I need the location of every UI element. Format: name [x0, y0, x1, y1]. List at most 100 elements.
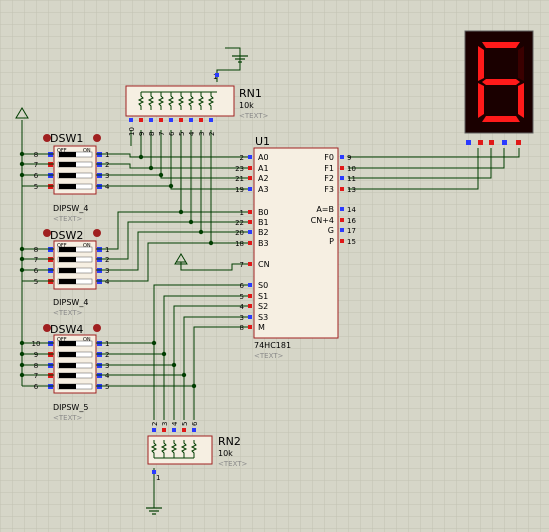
dsw2-right-pin-number: 1: [105, 246, 109, 254]
pin-marker: [340, 187, 344, 191]
dsw1-right-pin-number: 4: [105, 183, 110, 191]
switch-knob-icon[interactable]: [59, 352, 76, 357]
u1-placeholder: <TEXT>: [254, 352, 284, 360]
pin-marker: [149, 118, 153, 122]
pin-marker: [129, 118, 133, 122]
switch-knob-icon[interactable]: [59, 373, 76, 378]
rn2-pin-number: 3: [161, 422, 169, 426]
u1-right-pin-name: F2: [324, 174, 334, 183]
dsw4-right-pin-number: 5: [105, 383, 109, 391]
dsw1-right-pin-number: 3: [105, 172, 109, 180]
rn2-ref-label: RN2: [218, 435, 241, 448]
pin-marker: [169, 118, 173, 122]
pin-marker: [159, 118, 163, 122]
pin-marker: [192, 428, 196, 432]
switch-knob-icon[interactable]: [59, 173, 76, 178]
dsw2-actuator-icon[interactable]: [43, 229, 51, 237]
u1-right-pin-name: F0: [324, 153, 334, 162]
rn1-pin-number: 10: [128, 127, 136, 136]
rn1-pin-number: 9: [138, 132, 146, 136]
u1-left-pin-number: 3: [240, 314, 244, 322]
pin-marker: [209, 118, 213, 122]
pin-marker: [152, 428, 156, 432]
dsw4-actuator-icon[interactable]: [43, 324, 51, 332]
u1-right-pin-name: A=B: [316, 205, 334, 214]
switch-knob-icon[interactable]: [59, 247, 76, 252]
u1-left-pin-name: S3: [258, 313, 268, 322]
dsw2-right-pin-number: 2: [105, 256, 109, 264]
switch-knob-icon[interactable]: [59, 268, 76, 273]
dsw1-left-pin-number: 5: [34, 183, 38, 191]
dsw2-part-label: DIPSW_4: [53, 298, 88, 307]
segment-c: [518, 83, 524, 118]
u1-left-pin-name: CN: [258, 260, 270, 269]
schematic-canvas[interactable]: RN1 10k <TEXT> 1 1098765432 DSW1 DIPSW_4…: [0, 0, 549, 532]
rn1-ref-label: RN1: [239, 87, 262, 100]
dsw4-placeholder: <TEXT>: [53, 414, 83, 422]
u1-right-pin-name: CN+4: [311, 216, 334, 225]
u1-right-pin-name: P: [329, 237, 334, 246]
u1-right-pin-number: 13: [347, 186, 356, 194]
u1-left-pin-number: 1: [240, 209, 244, 217]
u1-right-pin-number: 10: [347, 165, 356, 173]
dsw1-actuator-icon[interactable]: [43, 134, 51, 142]
rn1-pin-number: 8: [148, 132, 156, 136]
dsw2-ref-label: DSW2: [50, 229, 83, 242]
switch-knob-icon[interactable]: [59, 257, 76, 262]
switch-knob-icon[interactable]: [59, 152, 76, 157]
rn1-pin-number: 5: [178, 132, 186, 136]
dsw4-left-pin-number: 9: [34, 351, 38, 359]
rn1-pin-number: 3: [198, 132, 206, 136]
u1-left-pin-name: S1: [258, 292, 268, 301]
rn2-pin-number: 6: [191, 421, 199, 426]
u1-left-pin-name: B2: [258, 228, 269, 237]
dsw4-right-pin-number: 2: [105, 351, 109, 359]
dsw1-left-pin-number: 8: [34, 151, 38, 159]
dsw1-right-pin-number: 2: [105, 161, 109, 169]
dsw4-actuator-icon[interactable]: [93, 324, 101, 332]
u1-left-pin-number: 8: [240, 324, 244, 332]
segment-d: [482, 116, 520, 122]
rn2-placeholder: <TEXT>: [218, 460, 248, 468]
pin-marker: [172, 428, 176, 432]
pin-marker: [248, 325, 252, 329]
dsw2-right-pin-number: 3: [105, 267, 109, 275]
pin-marker: [248, 283, 252, 287]
dsw2-right-pin-number: 4: [105, 278, 110, 286]
dsw1-actuator-icon[interactable]: [93, 134, 101, 142]
dsw2-actuator-icon[interactable]: [93, 229, 101, 237]
pin-marker: [340, 239, 344, 243]
switch-knob-icon[interactable]: [59, 341, 76, 346]
pin-marker: [139, 118, 143, 122]
u1-ref-label: U1: [255, 135, 270, 148]
pin-marker: [248, 230, 252, 234]
u1-left-pin-number: 21: [235, 175, 244, 183]
pin-marker: [248, 220, 252, 224]
pin-marker: [340, 176, 344, 180]
pin-marker: [340, 207, 344, 211]
pin-marker: [248, 155, 252, 159]
dsw4-left-pin-number: 8: [34, 362, 38, 370]
pin-marker: [248, 304, 252, 308]
pin-marker: [340, 218, 344, 222]
pin-marker: [340, 155, 344, 159]
pin-marker: [248, 294, 252, 298]
switch-knob-icon[interactable]: [59, 162, 76, 167]
dsw4-left-pin-number: 6: [34, 383, 39, 391]
u1-left-pin-number: 20: [235, 229, 244, 237]
switch-knob-icon[interactable]: [59, 184, 76, 189]
seven-segment-display[interactable]: [464, 30, 534, 145]
display-pin: [466, 140, 471, 145]
pin-marker: [248, 262, 252, 266]
switch-knob-icon[interactable]: [59, 279, 76, 284]
rn2-pin-number: 2: [151, 422, 159, 426]
switch-knob-icon[interactable]: [59, 363, 76, 368]
rn2-value-label: 10k: [218, 449, 233, 458]
pin-marker: [162, 428, 166, 432]
display-pin: [516, 140, 521, 145]
u1-left-pin-number: 19: [235, 186, 244, 194]
u1-left-pin-number: 6: [240, 282, 245, 290]
segment-e: [478, 83, 484, 118]
pin-marker: [248, 241, 252, 245]
switch-knob-icon[interactable]: [59, 384, 76, 389]
